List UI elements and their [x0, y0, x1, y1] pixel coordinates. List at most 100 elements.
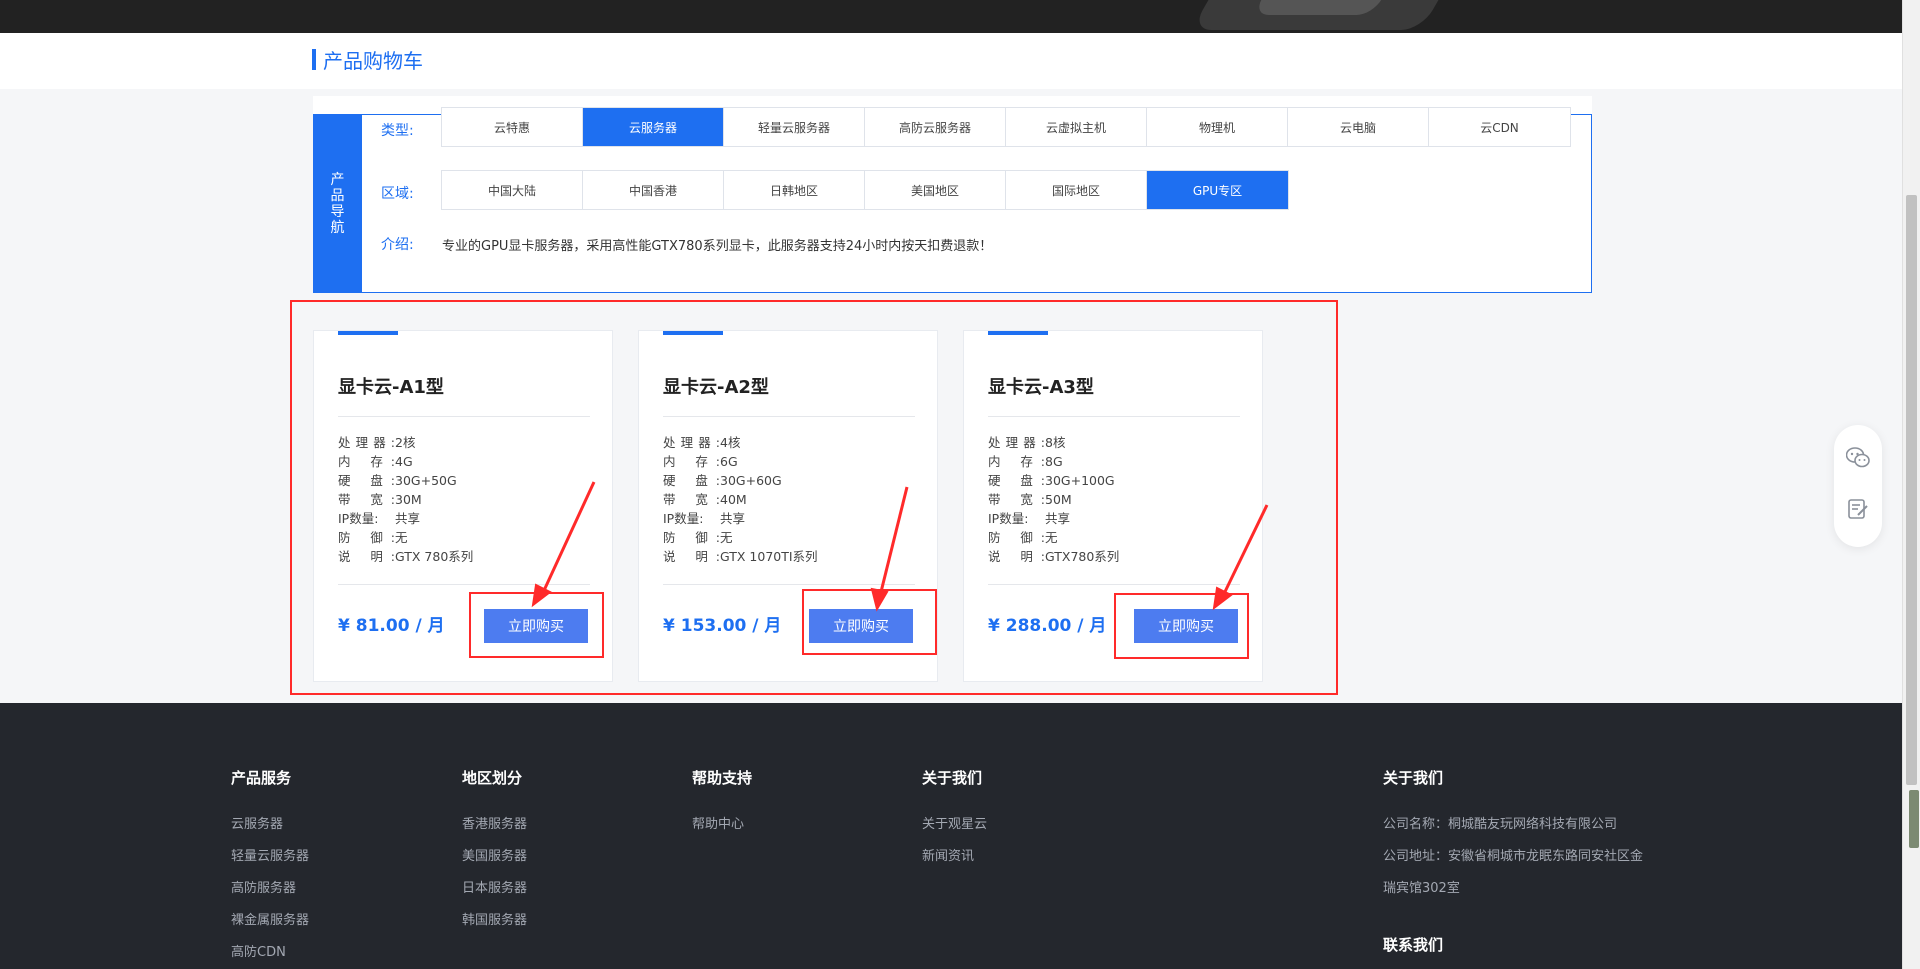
spec-value: 30G+50G	[395, 473, 457, 488]
product-name: 显卡云-A1型	[338, 377, 444, 398]
footer-link[interactable]: 高防服务器	[231, 880, 309, 912]
feedback-icon[interactable]	[1846, 497, 1870, 521]
company-address: 公司地址：安徽省桐城市龙眠东路同安社区金	[1383, 849, 1644, 864]
spec-value: 40M	[720, 492, 747, 507]
footer-col-company: 关于我们 公司名称：桐城酷友玩网络科技有限公司 公司地址：安徽省桐城市龙眠东路同…	[1383, 767, 1643, 955]
footer-link[interactable]: 新闻资讯	[922, 848, 987, 880]
spec-label: 防 御:	[663, 530, 720, 545]
spec-value: 无	[720, 530, 733, 545]
card-top-tab	[338, 331, 398, 335]
intro-label: 介绍:	[381, 237, 414, 253]
spec-label: 硬 盘:	[988, 473, 1045, 488]
top-header	[0, 0, 1902, 33]
footer-heading-contact: 联系我们	[1383, 936, 1444, 954]
footer-link[interactable]: 帮助中心	[692, 816, 752, 848]
spec-value: 8核	[1045, 435, 1066, 450]
scrollbar-thumb[interactable]	[1906, 195, 1917, 785]
spec-label: 内 存:	[663, 454, 720, 469]
spec-value: 4核	[720, 435, 741, 450]
region-option[interactable]: 美国地区	[865, 171, 1006, 209]
spec-value: 共享	[395, 511, 421, 526]
spec-label: 处理器:	[338, 435, 395, 450]
spec-value: 共享	[1045, 511, 1071, 526]
spec-label: 防 御:	[338, 530, 395, 545]
divider	[338, 584, 590, 585]
spec-label: 说 明:	[988, 549, 1045, 564]
footer-link[interactable]: 日本服务器	[462, 880, 527, 912]
spec-label: 带 宽:	[663, 492, 720, 507]
page-title-band: 产品购物车	[0, 33, 1902, 89]
type-option[interactable]: 云服务器	[583, 108, 724, 146]
footer-heading: 关于我们	[1383, 769, 1444, 787]
spec-label: 带 宽:	[338, 492, 395, 507]
spec-value: 30G+100G	[1045, 473, 1115, 488]
spec-label: IP数量:	[988, 511, 1029, 526]
nav-side-text: 产品导航	[330, 171, 345, 236]
spec-value: 共享	[720, 511, 746, 526]
divider	[988, 416, 1240, 417]
footer-link[interactable]: 高防CDN	[231, 944, 309, 969]
title-accent-bar	[312, 49, 316, 70]
spec-value: GTX 780系列	[395, 549, 474, 564]
buy-button-highlight	[1114, 593, 1249, 659]
type-option[interactable]: 物理机	[1147, 108, 1288, 146]
footer-heading: 帮助支持	[692, 769, 753, 787]
spec-label: IP数量:	[663, 511, 704, 526]
spec-label: 硬 盘:	[663, 473, 720, 488]
footer-link[interactable]: 裸金属服务器	[231, 912, 309, 944]
footer-heading: 产品服务	[231, 769, 292, 787]
spec-label: 内 存:	[338, 454, 395, 469]
region-option[interactable]: 日韩地区	[724, 171, 865, 209]
spec-label: 内 存:	[988, 454, 1045, 469]
type-label: 类型:	[381, 123, 414, 139]
region-option[interactable]: GPU专区	[1147, 171, 1288, 209]
spec-label: 带 宽:	[988, 492, 1045, 507]
product-price: ¥ 288.00 / 月	[988, 616, 1107, 636]
footer-link[interactable]: 香港服务器	[462, 816, 527, 848]
site-footer: 产品服务 云服务器 轻量云服务器 高防服务器 裸金属服务器 高防CDN 地区划分…	[0, 703, 1902, 969]
footer-link[interactable]: 韩国服务器	[462, 912, 527, 944]
type-option[interactable]: 轻量云服务器	[724, 108, 865, 146]
footer-link[interactable]: 关于观星云	[922, 816, 987, 848]
type-option[interactable]: 云虚拟主机	[1006, 108, 1147, 146]
intro-text: 专业的GPU显卡服务器，采用高性能GTX780系列显卡，此服务器支持24小时内按…	[442, 239, 993, 254]
footer-col-about: 关于我们 关于观星云 新闻资讯	[922, 767, 987, 880]
page-scrollbar[interactable]	[1902, 0, 1920, 969]
type-option[interactable]: 云CDN	[1429, 108, 1570, 146]
region-option[interactable]: 中国大陆	[442, 171, 583, 209]
product-specs: 处理器:2核 内 存:4G 硬 盘:30G+50G 带 宽:30M IP数量: 共…	[338, 433, 473, 566]
region-selector: 中国大陆 中国香港 日韩地区 美国地区 国际地区 GPU专区	[441, 170, 1289, 210]
floating-contact-panel	[1834, 425, 1882, 547]
region-option[interactable]: 国际地区	[1006, 171, 1147, 209]
type-option[interactable]: 云特惠	[442, 108, 583, 146]
card-top-tab	[988, 331, 1048, 335]
divider	[663, 584, 915, 585]
footer-link[interactable]: 美国服务器	[462, 848, 527, 880]
spec-label: 处理器:	[663, 435, 720, 450]
product-name: 显卡云-A2型	[663, 377, 769, 398]
type-option[interactable]: 高防云服务器	[865, 108, 1006, 146]
type-option[interactable]: 云电脑	[1288, 108, 1429, 146]
spec-value: 50M	[1045, 492, 1072, 507]
region-label: 区域:	[381, 186, 414, 202]
spec-value: 30M	[395, 492, 422, 507]
spec-value: 8G	[1045, 454, 1063, 469]
footer-link[interactable]: 轻量云服务器	[231, 848, 309, 880]
footer-col-help: 帮助支持 帮助中心	[692, 767, 752, 848]
divider	[988, 584, 1240, 585]
spec-label: 硬 盘:	[338, 473, 395, 488]
spec-label: 处理器:	[988, 435, 1045, 450]
product-name: 显卡云-A3型	[988, 377, 1094, 398]
footer-col-products: 产品服务 云服务器 轻量云服务器 高防服务器 裸金属服务器 高防CDN	[231, 767, 309, 969]
product-specs: 处理器:8核 内 存:8G 硬 盘:30G+100G 带 宽:50M IP数量:…	[988, 433, 1119, 566]
spec-value: 6G	[720, 454, 738, 469]
product-price: ¥ 81.00 / 月	[338, 616, 445, 636]
buy-button-highlight	[802, 589, 937, 655]
region-option[interactable]: 中国香港	[583, 171, 724, 209]
type-selector: 云特惠 云服务器 轻量云服务器 高防云服务器 云虚拟主机 物理机 云电脑 云CDN	[441, 107, 1571, 147]
wechat-icon[interactable]	[1846, 446, 1870, 470]
footer-link[interactable]: 云服务器	[231, 816, 309, 848]
spec-label: IP数量:	[338, 511, 379, 526]
product-specs: 处理器:4核 内 存:6G 硬 盘:30G+60G 带 宽:40M IP数量: 共…	[663, 433, 818, 566]
footer-col-regions: 地区划分 香港服务器 美国服务器 日本服务器 韩国服务器	[462, 767, 527, 944]
